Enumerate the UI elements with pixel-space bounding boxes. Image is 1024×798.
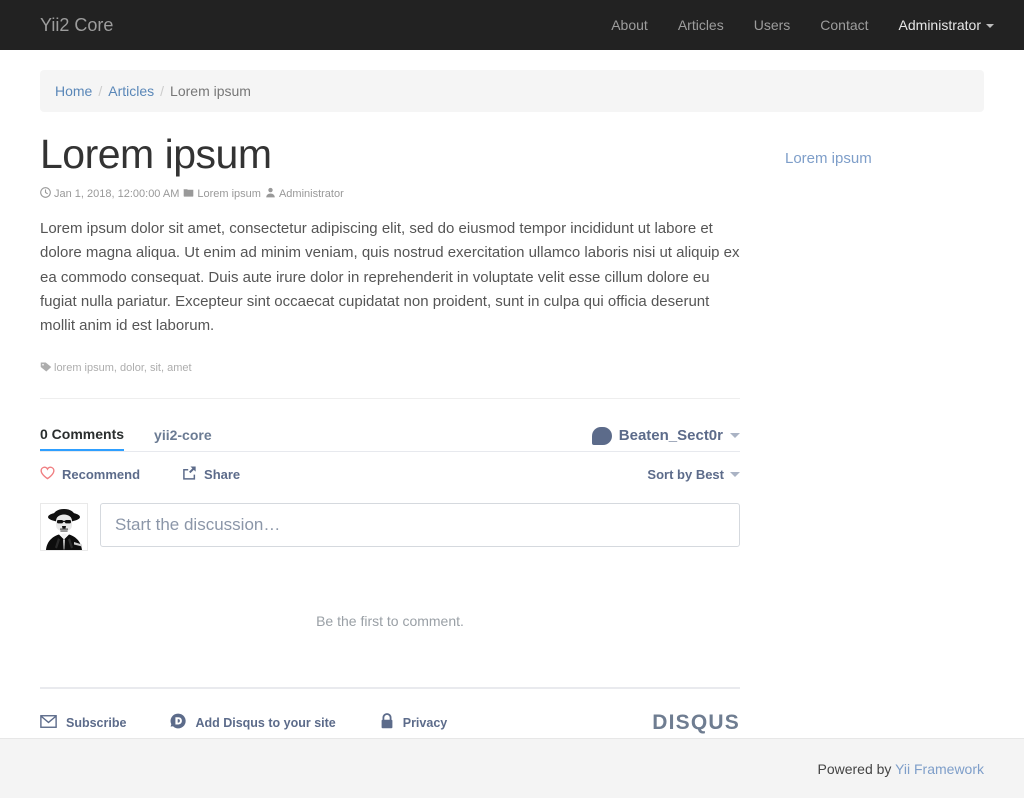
sidebar-item-lorem-ipsum[interactable]: Lorem ipsum (785, 150, 872, 167)
share-label: Share (204, 466, 241, 482)
disqus-user-menu[interactable]: Beaten_Sect0r (591, 426, 740, 451)
tab-forum[interactable]: yii2-core (154, 427, 212, 451)
nav-link-users[interactable]: Users (739, 0, 806, 50)
sidebar-column: Lorem ipsum (740, 132, 984, 168)
chevron-down-icon (986, 24, 994, 29)
breadcrumb-separator: / (98, 83, 103, 99)
article-meta-date: Jan 1, 2018, 12:00:00 AM (40, 187, 179, 201)
navbar-brand[interactable]: Yii2 Core (25, 15, 128, 35)
article-body: Lorem ipsum dolor sit amet, consectetur … (40, 220, 740, 335)
content-row: Lorem ipsum Jan 1, 2018, 12:00:00 AM Lor… (40, 131, 984, 735)
content-divider (40, 397, 740, 399)
article-meta-author: Administrator (265, 187, 344, 201)
article-date-text: Jan 1, 2018, 12:00:00 AM (54, 188, 180, 201)
footer-credit: Powered by Yii Framework (817, 761, 984, 777)
nav-item-contact[interactable]: Contact (805, 0, 883, 50)
disqus-username: Beaten_Sect0r (618, 427, 723, 445)
comment-input[interactable]: Start the discussion… (100, 502, 740, 547)
disqus-d-icon (170, 713, 187, 732)
avatar (40, 502, 88, 551)
navbar-menu: About Articles Users Contact Administrat… (596, 0, 1009, 50)
nav-link-administrator-label: Administrator (898, 17, 981, 33)
sort-label: Sort by Best (647, 466, 724, 482)
nav-item-users[interactable]: Users (739, 0, 806, 50)
nav-link-articles[interactable]: Articles (663, 0, 739, 50)
privacy-button[interactable]: Privacy (380, 713, 447, 732)
article-tags-text: lorem ipsum, dolor, sit, amet (54, 362, 192, 375)
recommend-label: Recommend (62, 466, 141, 482)
page-root: Yii2 Core About Articles Users Contact A… (0, 0, 1024, 798)
nav-item-administrator[interactable]: Administrator (884, 0, 1009, 50)
nav-link-contact[interactable]: Contact (805, 0, 883, 50)
article-author-text: Administrator (278, 188, 344, 201)
subscribe-label: Subscribe (66, 715, 127, 730)
chevron-down-icon (730, 433, 740, 439)
article-tags: lorem ipsum, dolor, sit, amet (40, 361, 740, 376)
article-meta: Jan 1, 2018, 12:00:00 AM Lorem ipsum Adm… (40, 187, 740, 201)
footer-inner: Powered by Yii Framework (20, 739, 1004, 798)
article-column: Lorem ipsum Jan 1, 2018, 12:00:00 AM Lor… (40, 131, 740, 735)
footer-powered-by-label: Powered by (817, 761, 892, 777)
nav-item-about[interactable]: About (596, 0, 663, 50)
add-disqus-button[interactable]: Add Disqus to your site (170, 713, 336, 732)
user-icon (265, 187, 276, 201)
breadcrumb: Home / Articles / Lorem ipsum (40, 70, 984, 112)
nav-link-about[interactable]: About (596, 0, 663, 50)
main-container: Home / Articles / Lorem ipsum Lorem ipsum Ja… (20, 70, 1004, 759)
tab-comments[interactable]: 0 Comments (40, 426, 125, 451)
disqus-widget: 0 Comments yii2-core Beaten_Sect0r Recom… (40, 421, 740, 735)
chevron-down-icon (730, 471, 740, 477)
breadcrumb-separator: / (160, 83, 165, 99)
disqus-compose-row: Start the discussion… (40, 491, 740, 551)
breadcrumb-home[interactable]: Home (55, 83, 92, 99)
disqus-logo: DISQUS (652, 710, 740, 734)
lock-icon (380, 713, 394, 732)
disqus-footer: Subscribe Add Disqus to your site Privac… (40, 686, 740, 735)
sort-dropdown[interactable]: Sort by Best (647, 467, 740, 482)
disqus-tab-bar: 0 Comments yii2-core Beaten_Sect0r (40, 421, 740, 452)
article-category-text: Lorem ipsum (197, 188, 261, 201)
folder-icon (183, 187, 194, 201)
share-icon (182, 466, 197, 483)
speech-bubble-icon (591, 426, 612, 445)
article-meta-category: Lorem ipsum (183, 187, 261, 201)
share-button[interactable]: Share (182, 466, 240, 483)
nav-link-administrator[interactable]: Administrator (884, 0, 1009, 50)
add-disqus-label: Add Disqus to your site (195, 715, 336, 730)
user-avatar-image (41, 503, 87, 550)
breadcrumb-articles[interactable]: Articles (108, 83, 154, 99)
page-title: Lorem ipsum (40, 131, 272, 177)
empty-comments-message: Be the first to comment. (316, 612, 464, 629)
tag-icon (40, 361, 52, 376)
disqus-actions-bar: Recommend Share Sort by Best (40, 452, 740, 491)
envelope-icon (40, 714, 57, 731)
recommend-button[interactable]: Recommend (40, 466, 140, 483)
nav-item-articles[interactable]: Articles (663, 0, 739, 50)
comment-input-placeholder: Start the discussion… (115, 514, 281, 534)
privacy-label: Privacy (402, 715, 448, 730)
footer-framework-link[interactable]: Yii Framework (895, 761, 984, 777)
site-footer: Powered by Yii Framework (0, 738, 1024, 798)
top-navbar: Yii2 Core About Articles Users Contact A… (0, 0, 1024, 50)
breadcrumb-current: Lorem ipsum (170, 83, 251, 99)
subscribe-button[interactable]: Subscribe (40, 714, 127, 731)
clock-icon (40, 187, 51, 201)
heart-icon (40, 466, 55, 483)
